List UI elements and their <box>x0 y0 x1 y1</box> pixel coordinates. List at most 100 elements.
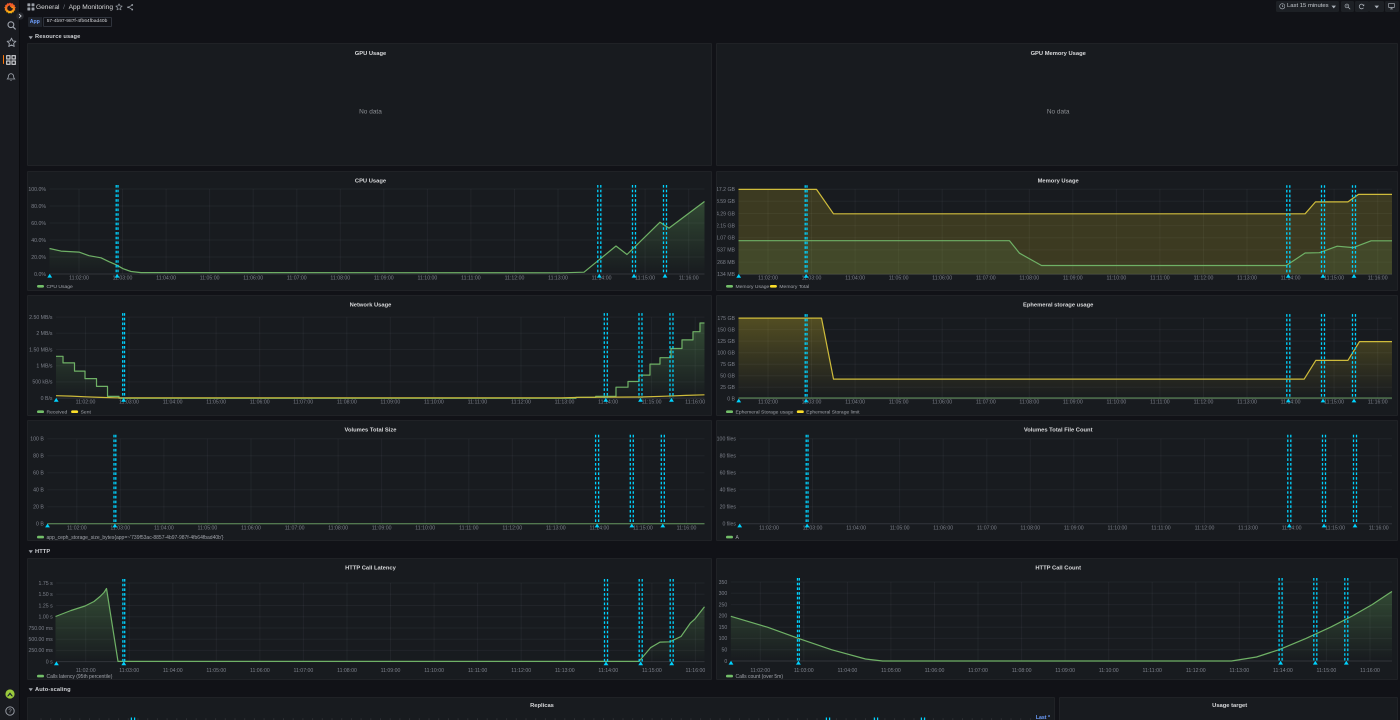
svg-text:11:02:00: 11:02:00 <box>67 525 87 531</box>
svg-text:0 s: 0 s <box>46 659 53 665</box>
svg-text:Memory Usage: Memory Usage <box>1037 178 1079 184</box>
svg-text:11:07:00: 11:07:00 <box>968 668 988 674</box>
svg-text:11:09:00: 11:09:00 <box>374 275 394 281</box>
svg-text:11:14:00: 11:14:00 <box>1281 525 1301 531</box>
svg-text:Sent: Sent <box>81 409 92 415</box>
svg-text:11:13:00: 11:13:00 <box>555 400 575 406</box>
svg-text:125 GB: 125 GB <box>717 339 735 345</box>
svg-text:?: ? <box>9 709 13 715</box>
svg-text:Replicas: Replicas <box>530 703 554 709</box>
svg-text:200: 200 <box>718 614 727 620</box>
svg-text:11:08:00: 11:08:00 <box>330 275 350 281</box>
svg-text:11:07:00: 11:07:00 <box>975 400 995 406</box>
svg-text:11:16:00: 11:16:00 <box>1368 525 1388 531</box>
svg-text:11:13:00: 11:13:00 <box>555 668 575 674</box>
svg-text:11:04:00: 11:04:00 <box>163 668 183 674</box>
svg-text:11:09:00: 11:09:00 <box>1062 400 1082 406</box>
svg-text:11:02:00: 11:02:00 <box>758 275 778 281</box>
svg-text:11:06:00: 11:06:00 <box>243 275 263 281</box>
svg-text:11:10:00: 11:10:00 <box>1106 400 1126 406</box>
svg-text:11:05:00: 11:05:00 <box>206 400 226 406</box>
svg-text:11:09:00: 11:09:00 <box>1055 668 1075 674</box>
svg-text:11:16:00: 11:16:00 <box>677 525 697 531</box>
svg-text:11:04:00: 11:04:00 <box>156 275 176 281</box>
svg-text:11:12:00: 11:12:00 <box>502 525 522 531</box>
svg-text:11:10:00: 11:10:00 <box>417 275 437 281</box>
svg-text:11:02:00: 11:02:00 <box>758 400 778 406</box>
svg-text:11:10:00: 11:10:00 <box>424 668 444 674</box>
svg-text:300: 300 <box>718 591 727 597</box>
svg-text:1.75 s: 1.75 s <box>39 581 54 587</box>
svg-text:Volumes Total File Count: Volumes Total File Count <box>1023 428 1092 434</box>
svg-text:11:09:00: 11:09:00 <box>380 400 400 406</box>
svg-text:11:11:00: 11:11:00 <box>1151 525 1171 531</box>
svg-text:HTTP Call Count: HTTP Call Count <box>1035 566 1081 572</box>
svg-text:11:04:00: 11:04:00 <box>837 668 857 674</box>
svg-text:537 MB: 537 MB <box>717 247 735 253</box>
svg-text:11:11:00: 11:11:00 <box>461 275 481 281</box>
svg-text:GPU Memory Usage: GPU Memory Usage <box>1030 51 1086 57</box>
svg-text:11:06:00: 11:06:00 <box>250 400 270 406</box>
svg-text:80 files: 80 files <box>719 454 736 460</box>
svg-text:11:14:00: 11:14:00 <box>598 668 618 674</box>
svg-text:4.29 GB: 4.29 GB <box>717 211 736 217</box>
svg-text:11:03:00: 11:03:00 <box>801 275 821 281</box>
svg-text:Usage target: Usage target <box>1212 703 1247 709</box>
svg-text:134 MB: 134 MB <box>717 272 735 278</box>
svg-text:11:11:00: 11:11:00 <box>1150 400 1170 406</box>
svg-text:2.15 GB: 2.15 GB <box>717 223 736 229</box>
svg-text:No data: No data <box>1046 109 1069 116</box>
svg-text:11:16:00: 11:16:00 <box>1367 275 1387 281</box>
svg-text:CPU Usage: CPU Usage <box>47 284 74 290</box>
svg-text:Ephemeral storage usage: Ephemeral storage usage <box>1023 302 1094 308</box>
svg-text:1.25 s: 1.25 s <box>39 603 54 609</box>
svg-text:17.2 GB: 17.2 GB <box>717 187 736 193</box>
svg-text:11:11:00: 11:11:00 <box>468 400 488 406</box>
svg-text:11:07:00: 11:07:00 <box>293 668 313 674</box>
svg-text:0 B/s: 0 B/s <box>41 396 53 402</box>
svg-text:11:06:00: 11:06:00 <box>241 525 261 531</box>
svg-text:100 B: 100 B <box>30 437 44 443</box>
svg-text:11:09:00: 11:09:00 <box>372 525 392 531</box>
svg-text:0 files: 0 files <box>722 522 736 528</box>
svg-text:11:06:00: 11:06:00 <box>933 525 953 531</box>
svg-text:11:16:00: 11:16:00 <box>685 400 705 406</box>
svg-text:11:13:00: 11:13:00 <box>1238 525 1258 531</box>
svg-text:11:11:00: 11:11:00 <box>468 668 488 674</box>
svg-text:11:11:00: 11:11:00 <box>1150 275 1170 281</box>
svg-text:11:15:00: 11:15:00 <box>633 525 653 531</box>
svg-text:11:13:00: 11:13:00 <box>548 275 568 281</box>
svg-text:75 GB: 75 GB <box>720 362 735 368</box>
svg-text:Ephemeral Storage limit: Ephemeral Storage limit <box>806 409 860 415</box>
svg-text:80.0%: 80.0% <box>31 204 46 210</box>
svg-text:40 B: 40 B <box>33 488 44 494</box>
svg-text:Calls latency (95th percentile: Calls latency (95th percentile) <box>47 674 113 680</box>
svg-text:11:08:00: 11:08:00 <box>1019 400 1039 406</box>
svg-text:11:08:00: 11:08:00 <box>337 668 357 674</box>
svg-text:11:14:00: 11:14:00 <box>1280 400 1300 406</box>
svg-text:8.59 GB: 8.59 GB <box>717 199 736 205</box>
svg-text:11:07:00: 11:07:00 <box>285 525 305 531</box>
svg-text:11:07:00: 11:07:00 <box>287 275 307 281</box>
svg-text:80 B: 80 B <box>33 454 44 460</box>
svg-text:11:13:00: 11:13:00 <box>1229 668 1249 674</box>
svg-text:20.0%: 20.0% <box>31 255 46 261</box>
svg-text:Memory Total: Memory Total <box>779 284 809 290</box>
svg-text:11:08:00: 11:08:00 <box>1011 668 1031 674</box>
svg-text:11:03:00: 11:03:00 <box>119 668 139 674</box>
svg-text:500.00 ms: 500.00 ms <box>28 637 53 643</box>
svg-text:11:16:00: 11:16:00 <box>685 668 705 674</box>
svg-text:11:15:00: 11:15:00 <box>1316 668 1336 674</box>
svg-text:11:12:00: 11:12:00 <box>1193 275 1213 281</box>
svg-text:11:12:00: 11:12:00 <box>511 668 531 674</box>
svg-text:11:05:00: 11:05:00 <box>888 400 908 406</box>
svg-text:11:08:00: 11:08:00 <box>1020 525 1040 531</box>
svg-text:11:13:00: 11:13:00 <box>1237 400 1257 406</box>
svg-text:268 MB: 268 MB <box>717 260 735 266</box>
svg-text:11:07:00: 11:07:00 <box>293 400 313 406</box>
svg-text:GPU Usage: GPU Usage <box>355 51 387 57</box>
svg-text:60 files: 60 files <box>719 471 736 477</box>
svg-text:11:15:00: 11:15:00 <box>1324 400 1344 406</box>
svg-text:11:04:00: 11:04:00 <box>154 525 174 531</box>
svg-text:11:04:00: 11:04:00 <box>845 275 865 281</box>
